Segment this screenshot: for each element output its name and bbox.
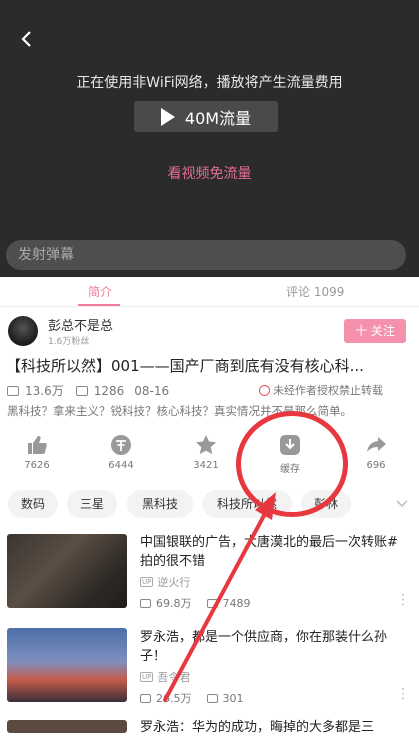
danmaku-count: 1286 xyxy=(93,383,125,398)
tag-item[interactable]: 三星 xyxy=(67,490,117,518)
tag-item[interactable]: 黑科技 xyxy=(127,490,193,518)
like-count: 7626 xyxy=(24,460,50,471)
network-notice: 正在使用非WiFi网络，播放将产生流量费用 xyxy=(76,75,343,91)
related-uploader: UP 逆火行 xyxy=(140,574,190,590)
related-stats: 69.8万 7489 xyxy=(140,595,251,611)
play-count-icon xyxy=(7,385,19,396)
prohibited-icon xyxy=(259,384,270,396)
play-count-icon xyxy=(140,693,151,703)
view-count: 13.6万 xyxy=(25,384,64,398)
related-title: 罗永浩，都是一个供应商，你在那装什么孙子！ xyxy=(140,630,388,664)
danmaku-count: 7489 xyxy=(222,596,251,610)
coin-count: 6444 xyxy=(108,460,134,471)
uploader-name: 吾令君 xyxy=(157,671,191,684)
tag-row: 数码 三星 黑科技 科技所以然 彭林 xyxy=(0,490,419,520)
action-bar: 7626 6444 3421 缓存 696 xyxy=(0,430,419,475)
play-button-label: 40M流量 xyxy=(184,108,252,128)
favorite-button[interactable]: 3421 xyxy=(176,430,236,471)
avatar[interactable] xyxy=(8,316,38,346)
share-count: 696 xyxy=(366,460,386,471)
share-button[interactable]: 696 xyxy=(346,430,406,471)
follow-button[interactable]: 十 关注 xyxy=(344,319,406,343)
play-icon xyxy=(160,107,175,126)
video-thumbnail[interactable] xyxy=(7,720,127,733)
tab-bar: 简介 评论 1099 xyxy=(0,277,419,307)
coin-icon xyxy=(110,434,132,456)
favorite-count: 3421 xyxy=(193,460,219,471)
tag-item[interactable]: 数码 xyxy=(8,490,58,518)
video-meta: 13.6万 1286 08-16 xyxy=(7,382,169,399)
danmaku-icon xyxy=(206,598,218,608)
danmaku-icon xyxy=(206,693,218,703)
up-icon: UP xyxy=(140,577,154,587)
tab-intro[interactable]: 简介 xyxy=(88,283,112,300)
video-thumbnail[interactable] xyxy=(7,534,127,608)
play-with-data-button[interactable]: 40M流量 xyxy=(134,101,278,132)
coin-button[interactable]: 6444 xyxy=(91,430,151,471)
more-icon[interactable]: ⋮ xyxy=(396,686,410,702)
video-player[interactable]: 正在使用非WiFi网络，播放将产生流量费用 40M流量 看视频免流量 xyxy=(0,0,419,237)
related-title: 中国银联的广告，大唐漠北的最后一次转账#拍的很不错 xyxy=(140,535,398,569)
share-icon xyxy=(365,434,387,456)
tab-indicator xyxy=(78,304,120,306)
play-count-icon xyxy=(140,598,151,608)
repost-warning: 未经作者授权禁止转载 xyxy=(259,382,383,398)
list-item[interactable]: 罗永浩：华为的成功，晦掉的大多都是三 xyxy=(0,716,419,735)
author-fans: 1.6万粉丝 xyxy=(48,337,90,347)
star-icon xyxy=(195,434,217,456)
related-title: 罗永浩：华为的成功，晦掉的大多都是三 xyxy=(140,720,375,735)
danmu-bar: 发射弹幕 xyxy=(0,237,419,277)
related-uploader: UP 吾令君 xyxy=(140,669,190,685)
chevron-left-icon[interactable] xyxy=(18,26,36,52)
related-stats: 26.5万 301 xyxy=(140,690,244,706)
free-data-link[interactable]: 看视频免流量 xyxy=(0,163,419,183)
chevron-down-icon[interactable] xyxy=(395,496,409,510)
uploader-name: 逆火行 xyxy=(157,576,191,589)
video-thumbnail[interactable] xyxy=(7,628,127,702)
warning-text: 未经作者授权禁止转载 xyxy=(273,384,383,397)
danmu-input[interactable]: 发射弹幕 xyxy=(6,240,406,270)
view-count: 69.8万 xyxy=(156,597,192,610)
video-title: 【科技所以然】001——国产厂商到底有没有核心科... xyxy=(6,357,364,375)
list-item[interactable]: 中国银联的广告，大唐漠北的最后一次转账#拍的很不错 UP 逆火行 69.8万 7… xyxy=(0,530,419,612)
video-description: 黑科技？拿来主义？锐科技？核心科技？真实情况并不是那么简单。 xyxy=(7,404,352,418)
author-name[interactable]: 彭总不是总 xyxy=(48,315,113,334)
thumbs-up-icon xyxy=(26,434,48,456)
list-item[interactable]: 罗永浩，都是一个供应商，你在那装什么孙子！ UP 吾令君 26.5万 301 ⋮ xyxy=(0,622,419,708)
publish-date: 08-16 xyxy=(134,383,170,398)
more-icon[interactable]: ⋮ xyxy=(396,592,410,608)
like-button[interactable]: 7626 xyxy=(7,430,67,471)
view-count: 26.5万 xyxy=(156,692,192,705)
danmaku-icon xyxy=(75,385,88,396)
highlight-circle xyxy=(236,411,348,517)
tab-comments[interactable]: 评论 1099 xyxy=(286,283,344,300)
danmaku-count: 301 xyxy=(222,691,244,705)
up-icon: UP xyxy=(140,672,154,682)
